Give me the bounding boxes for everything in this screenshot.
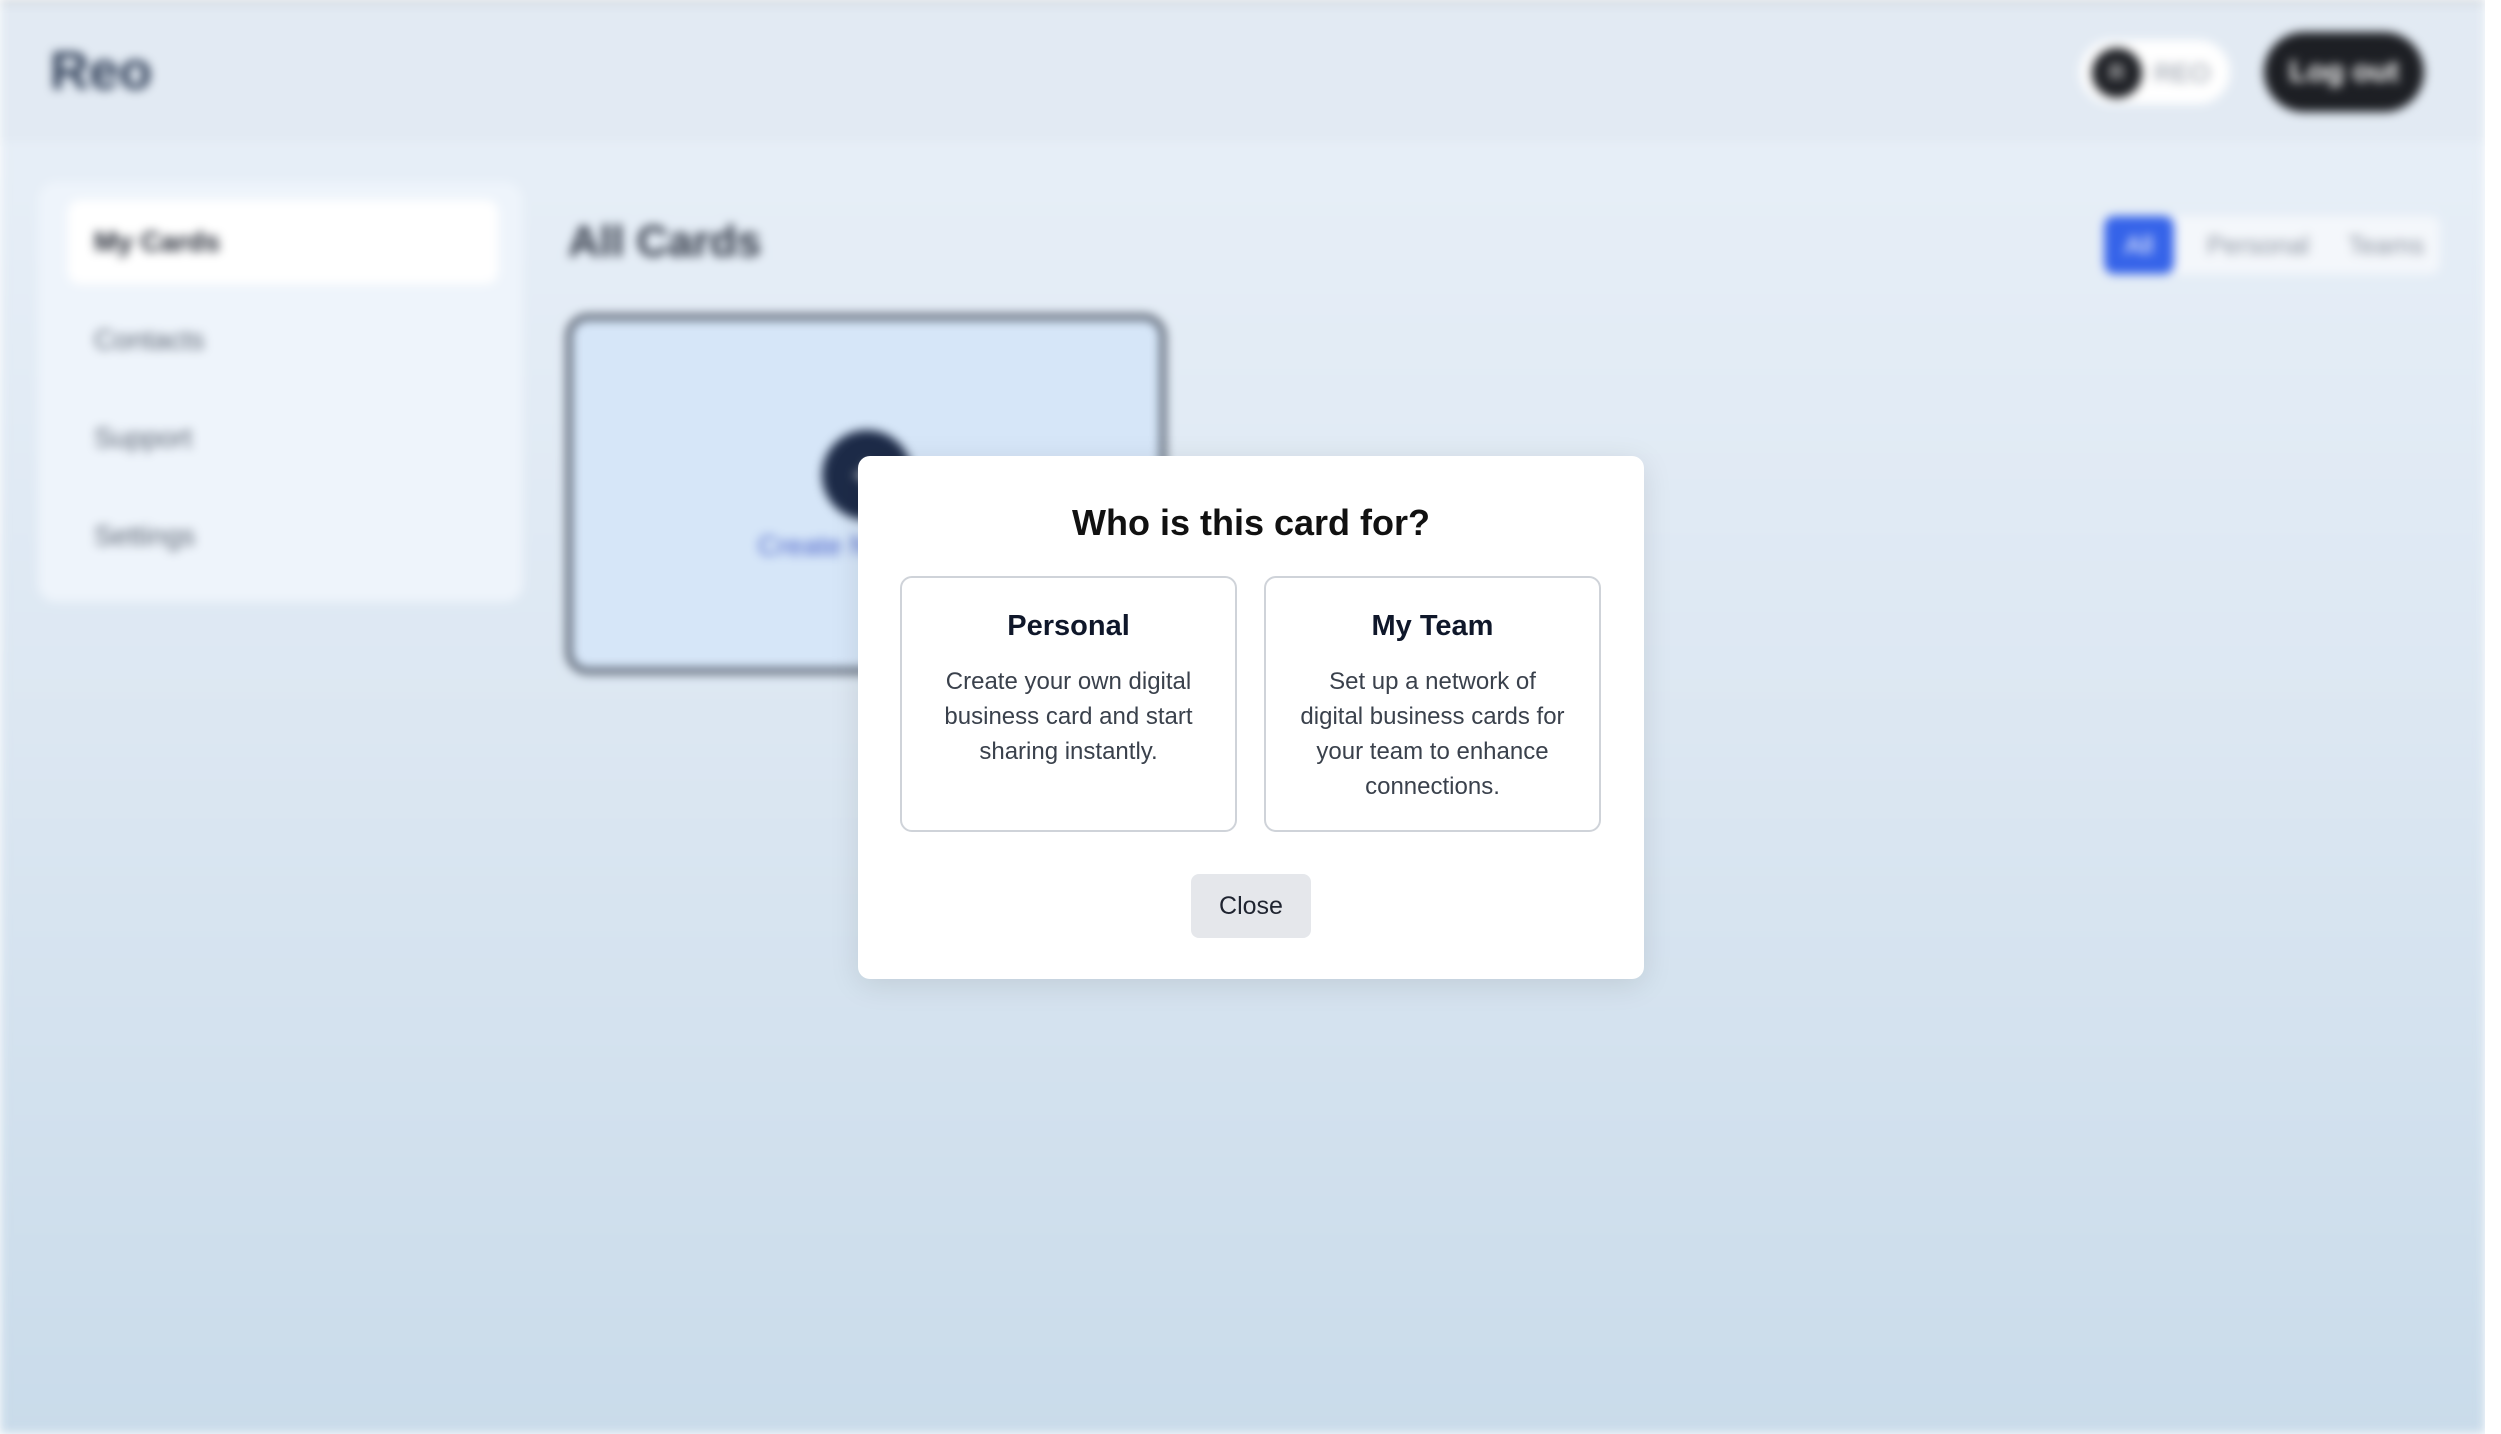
window-edge — [2485, 0, 2501, 1434]
my-team-option-card[interactable]: My Team Set up a network of digital busi… — [1264, 576, 1601, 832]
modal-overlay: Who is this card for? Personal Create yo… — [0, 0, 2485, 1434]
personal-option-card[interactable]: Personal Create your own digital busines… — [900, 576, 1237, 832]
dialog-title: Who is this card for? — [1071, 502, 1430, 543]
card-type-dialog: Who is this card for? Personal Create yo… — [858, 456, 1644, 979]
close-button[interactable]: Close — [1191, 874, 1311, 938]
option-description-my-team: Set up a network of digital business car… — [1300, 668, 1565, 800]
option-description-personal: Create your own digital business card an… — [944, 668, 1193, 765]
option-title-personal: Personal — [1007, 610, 1130, 642]
option-title-my-team: My Team — [1371, 610, 1494, 642]
